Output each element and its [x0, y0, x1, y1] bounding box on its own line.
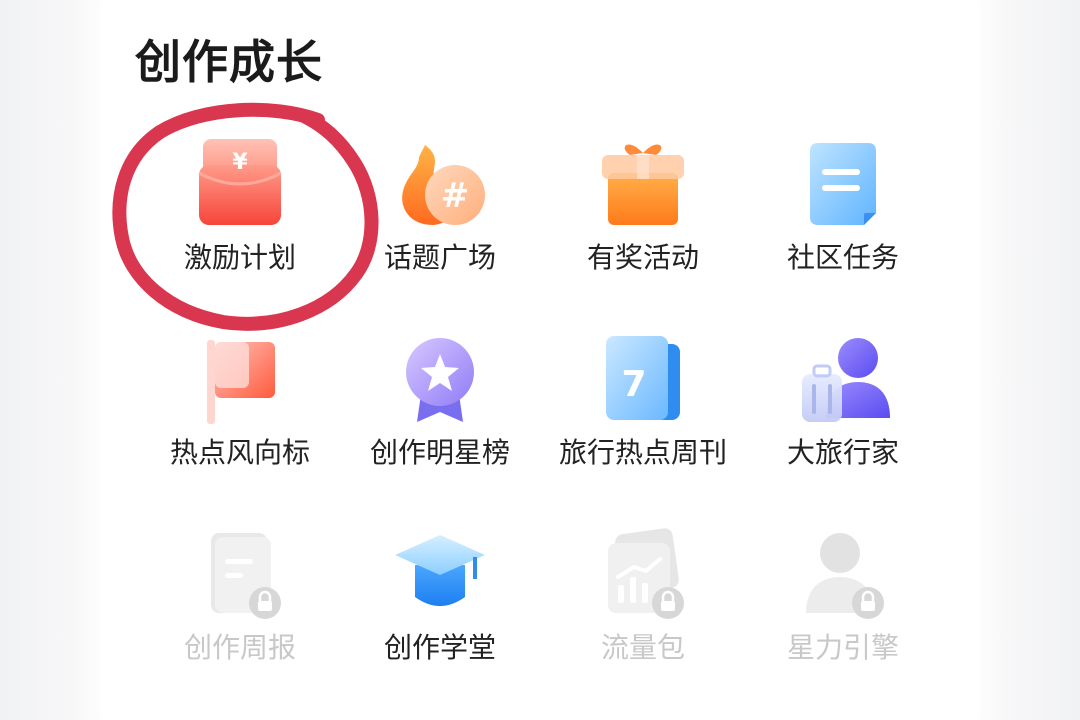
section-title: 创作成长 [135, 35, 323, 89]
grid-item-label: 有奖活动 [586, 241, 699, 274]
svg-text:#: # [441, 176, 470, 216]
grid-item-label: 激励计划 [183, 241, 296, 274]
grid-item-trend-indicator[interactable]: 热点风向标 [140, 330, 340, 500]
grid-item-star-power-engine[interactable]: 星力引擎 [743, 525, 943, 695]
grid-item-creation-academy[interactable]: 创作学堂 [340, 525, 540, 695]
grid-item-traffic-package[interactable]: 流量包 [543, 525, 743, 695]
graduation-cap-icon [385, 525, 495, 625]
grid-item-label: 流量包 [600, 631, 685, 664]
grid-item-topic-square[interactable]: # 话题广场 [340, 135, 540, 305]
user-lock-icon [788, 525, 898, 625]
grid-item-prize-events[interactable]: 有奖活动 [543, 135, 743, 305]
grid-item-incentive-plan[interactable]: ¥ 激励计划 [140, 135, 340, 305]
svg-text:¥: ¥ [232, 150, 248, 175]
traffic-chart-lock-icon [588, 525, 698, 625]
task-document-icon [788, 135, 898, 235]
gift-box-icon [588, 135, 698, 235]
fire-hashtag-icon: # [385, 135, 495, 235]
grid-item-label: 创作周报 [183, 631, 296, 664]
grid-item-label: 热点风向标 [169, 436, 310, 469]
grid-item-label: 创作学堂 [383, 631, 496, 664]
flag-icon [185, 330, 295, 430]
grid-item-great-traveler[interactable]: 大旅行家 [743, 330, 943, 500]
grid-item-label: 话题广场 [383, 241, 496, 274]
grid-item-label: 旅行热点周刊 [558, 436, 727, 469]
calendar-7-icon: 7 [588, 330, 698, 430]
report-lock-icon [185, 525, 295, 625]
page: 创作成长 ¥ 激励计划 # 话题广场 有奖活动 社区任务 热点风向标 创作明星榜… [0, 0, 1080, 720]
grid-item-label: 创作明星榜 [369, 436, 510, 469]
grid-item-label: 大旅行家 [786, 436, 899, 469]
grid-item-creation-weekly-report[interactable]: 创作周报 [140, 525, 340, 695]
svg-text:7: 7 [621, 364, 646, 405]
grid-item-community-tasks[interactable]: 社区任务 [743, 135, 943, 305]
grid-item-creator-star-ranking[interactable]: 创作明星榜 [340, 330, 540, 500]
grid-item-travel-hot-weekly[interactable]: 7 旅行热点周刊 [543, 330, 743, 500]
grid-item-label: 社区任务 [786, 241, 899, 274]
red-envelope-yen-icon: ¥ [185, 135, 295, 235]
star-medal-icon [385, 330, 495, 430]
grid-item-label: 星力引擎 [786, 631, 899, 664]
traveler-luggage-icon [788, 330, 898, 430]
